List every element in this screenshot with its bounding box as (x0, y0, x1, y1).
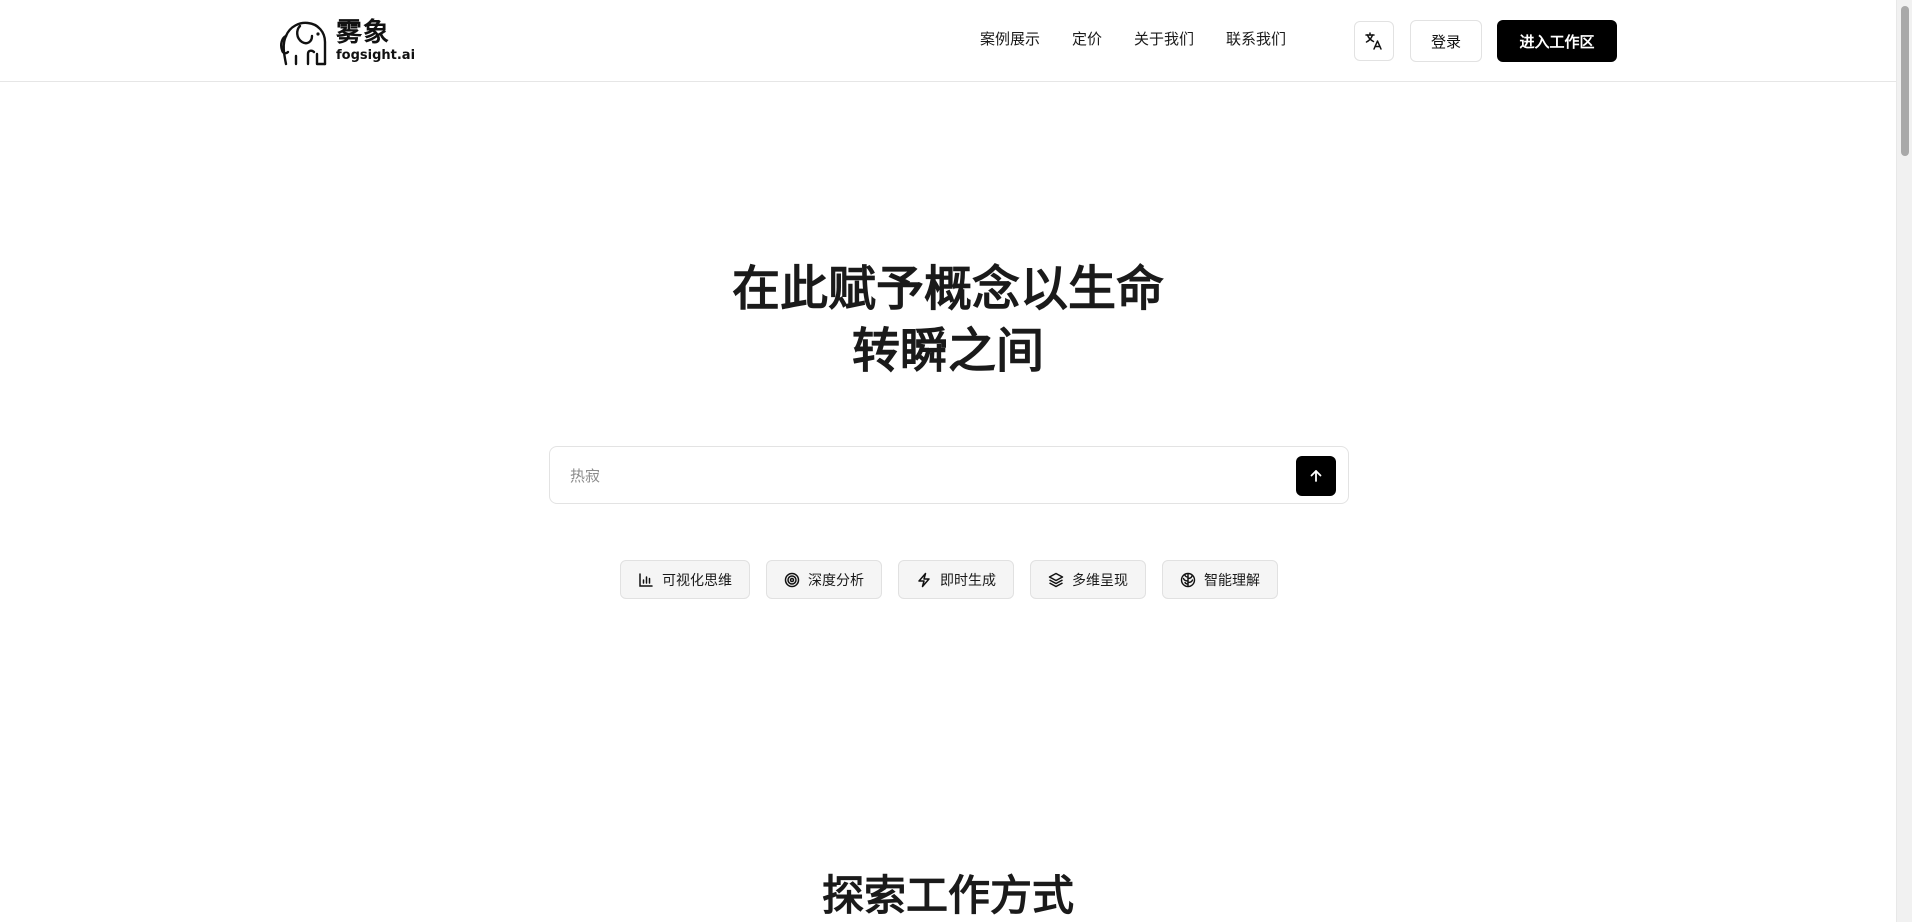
feature-chip-label: 可视化思维 (662, 572, 732, 589)
nav-link-cases[interactable]: 案例展示 (980, 28, 1040, 50)
layers-icon (1048, 572, 1064, 587)
language-button[interactable] (1354, 21, 1394, 61)
bar-chart-icon (639, 572, 653, 587)
hero-title-line-1: 在此赋予概念以生命 (731, 261, 1164, 317)
elephant-logo-icon (280, 21, 327, 66)
scrollbar-thumb[interactable] (1901, 6, 1909, 156)
hero-title: 在此赋予概念以生命 转瞬之间 (0, 258, 1896, 382)
hero-title-line-2: 转瞬之间 (851, 323, 1044, 379)
page: 雾象 fogsight.ai 案例展示 定价 关于我们 联系我们 登录 进入工作… (0, 0, 1912, 922)
feature-chip-deep-analysis[interactable]: 深度分析 (766, 560, 882, 599)
page-scrollbar[interactable] (1896, 0, 1912, 922)
lightning-icon (918, 572, 930, 587)
nav-link-contact[interactable]: 联系我们 (1226, 28, 1286, 50)
feature-chip-label: 深度分析 (808, 572, 864, 589)
feature-chip-label: 多维呈现 (1072, 572, 1128, 589)
brain-icon (1180, 572, 1196, 587)
nav-link-pricing[interactable]: 定价 (1072, 28, 1102, 50)
feature-chip-label: 即时生成 (940, 572, 996, 589)
arrow-up-icon (1310, 470, 1322, 482)
brand-text: 雾象 fogsight.ai (336, 20, 415, 62)
top-header: 雾象 fogsight.ai 案例展示 定价 关于我们 联系我们 登录 进入工作… (0, 0, 1896, 82)
brand-name-en: fogsight.ai (336, 48, 416, 63)
brand-name-cn: 雾象 (336, 18, 391, 48)
feature-chip-instant-generation[interactable]: 即时生成 (898, 560, 1014, 599)
enter-workspace-button[interactable]: 进入工作区 (1497, 20, 1617, 62)
prompt-input[interactable] (568, 461, 1268, 491)
nav-link-about[interactable]: 关于我们 (1134, 28, 1194, 50)
target-icon (784, 572, 800, 587)
main-nav: 案例展示 定价 关于我们 联系我们 (980, 28, 1318, 50)
feature-chip-multi-dimensional[interactable]: 多维呈现 (1030, 560, 1146, 599)
section-title: 探索工作方式 (821, 871, 1074, 920)
prompt-box (549, 446, 1349, 504)
feature-chip-label: 智能理解 (1204, 572, 1260, 589)
feature-chip-smart-understanding[interactable]: 智能理解 (1162, 560, 1278, 599)
translate-icon (1365, 32, 1382, 50)
feature-chip-visual-thinking[interactable]: 可视化思维 (620, 560, 750, 599)
submit-button[interactable] (1296, 456, 1336, 496)
login-button[interactable]: 登录 (1410, 20, 1482, 62)
logo-link[interactable]: 雾象 fogsight.ai (278, 14, 415, 68)
feature-chips: 可视化思维 深度分析 即时生成 多维呈现 智能理解 (620, 560, 1278, 599)
